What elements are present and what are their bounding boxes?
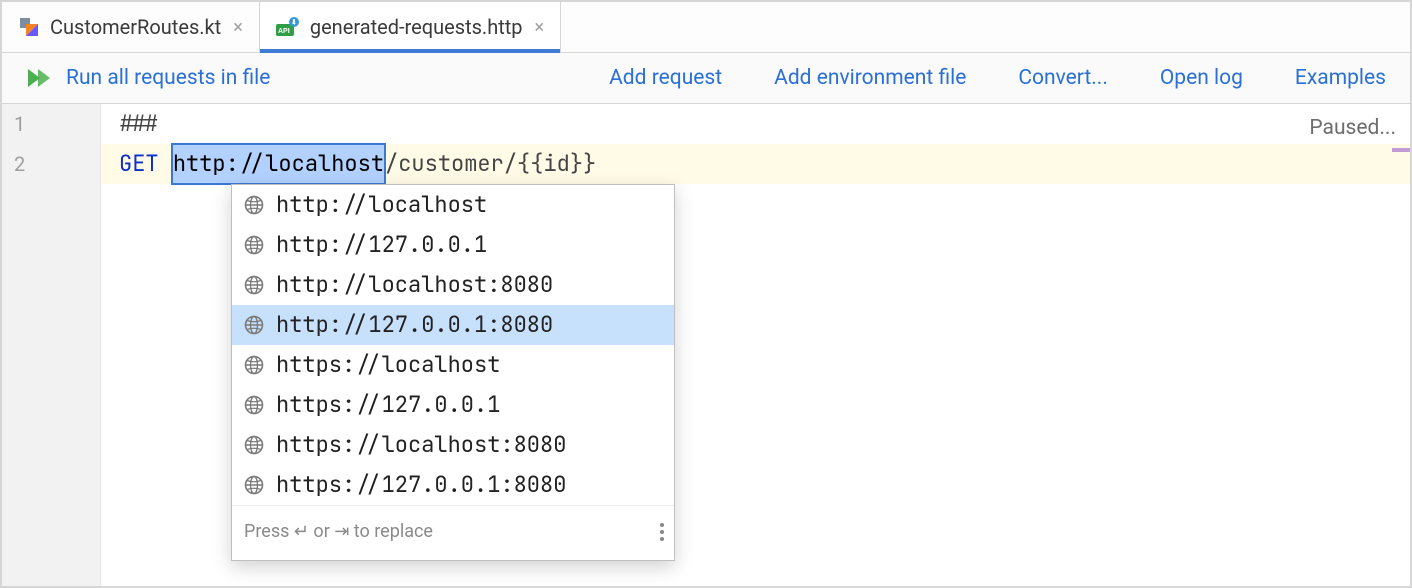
line-gutter: 1 2 (2, 104, 101, 586)
kebab-icon[interactable] (660, 523, 664, 541)
url-path: /customer/{{id}} (385, 144, 596, 184)
completion-footer: Press ↵ or ⇥ to replace (232, 505, 674, 560)
line-number: 2 (2, 144, 100, 184)
completion-item-label: http://127.0.0.1 (276, 225, 487, 265)
completion-item-label: https://localhost (276, 345, 500, 385)
kotlin-file-icon (18, 16, 40, 38)
comment-marker: ### (119, 104, 159, 144)
examples-button[interactable]: Examples (1295, 66, 1386, 90)
completion-item[interactable]: https://localhost:8080 (232, 425, 674, 465)
code-line[interactable]: GET http://localhost/customer/{{id}} (101, 144, 1410, 184)
completion-item[interactable]: https://127.0.0.1 (232, 385, 674, 425)
tab-customer-routes[interactable]: CustomerRoutes.kt × (2, 2, 260, 52)
globe-icon (244, 275, 264, 295)
completion-item-label: https://127.0.0.1 (276, 385, 500, 425)
code-area[interactable]: Paused... ### GET http://localhost/custo… (101, 104, 1410, 586)
line-number: 1 (2, 104, 100, 144)
svg-text:API: API (278, 28, 290, 35)
completion-item-label: http://localhost:8080 (276, 265, 553, 305)
globe-icon (244, 395, 264, 415)
tab-label: CustomerRoutes.kt (50, 15, 221, 39)
completion-item[interactable]: http://127.0.0.1 (232, 225, 674, 265)
completion-item-label: http://127.0.0.1:8080 (276, 305, 553, 345)
error-stripe-mark[interactable] (1392, 148, 1410, 152)
editor-tabs: CustomerRoutes.kt × API generated-reques… (2, 2, 1410, 53)
tab-label: generated-requests.http (310, 15, 523, 39)
analysis-status: Paused... (1309, 108, 1396, 148)
completion-item-label: https://localhost:8080 (276, 425, 566, 465)
completion-hint: Press ↵ or ⇥ to replace (244, 512, 433, 552)
tab-generated-requests[interactable]: API generated-requests.http × (260, 2, 561, 52)
completion-item-label: https://127.0.0.1:8080 (276, 465, 566, 505)
globe-icon (244, 355, 264, 375)
completion-item[interactable]: http://localhost (232, 185, 674, 225)
http-method: GET (119, 144, 159, 184)
add-env-file-button[interactable]: Add environment file (774, 66, 966, 90)
open-log-button[interactable]: Open log (1160, 66, 1243, 90)
close-icon[interactable]: × (233, 17, 243, 38)
globe-icon (244, 435, 264, 455)
code-line[interactable]: ### (101, 104, 1410, 144)
globe-icon (244, 475, 264, 495)
add-request-button[interactable]: Add request (609, 66, 722, 90)
completion-item[interactable]: http://127.0.0.1:8080 (232, 305, 674, 345)
http-toolbar: Run all requests in file Add request Add… (2, 53, 1410, 104)
globe-icon (244, 235, 264, 255)
completion-popup[interactable]: http://localhosthttp://127.0.0.1http://l… (231, 184, 675, 561)
globe-icon (244, 315, 264, 335)
http-file-icon: API (276, 16, 300, 38)
completion-item[interactable]: https://localhost (232, 345, 674, 385)
selected-host[interactable]: http://localhost (172, 144, 385, 184)
run-all-label: Run all requests in file (66, 66, 270, 90)
run-all-button[interactable]: Run all requests in file (26, 66, 270, 90)
code-editor[interactable]: 1 2 Paused... ### GET http://localhost/c… (2, 104, 1410, 586)
run-all-icon (26, 67, 54, 89)
completion-item[interactable]: http://localhost:8080 (232, 265, 674, 305)
convert-button[interactable]: Convert... (1018, 66, 1108, 90)
completion-item[interactable]: https://127.0.0.1:8080 (232, 465, 674, 505)
completion-item-label: http://localhost (276, 185, 487, 225)
close-icon[interactable]: × (535, 17, 545, 38)
globe-icon (244, 195, 264, 215)
